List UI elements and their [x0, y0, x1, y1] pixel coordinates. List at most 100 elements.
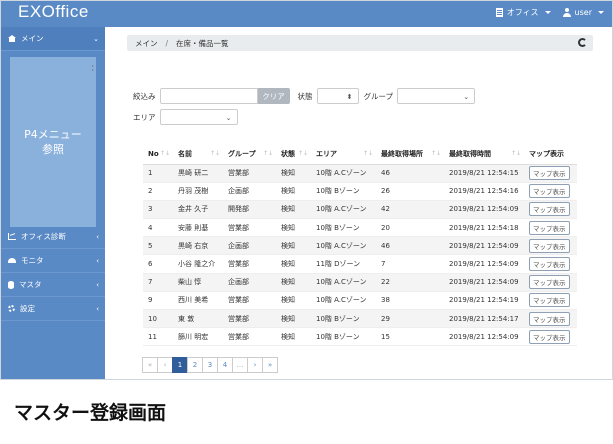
cell-last-location: 29 — [376, 309, 444, 329]
sidebar-item-monitor[interactable]: モニタ ‹ — [1, 249, 105, 273]
chevron-down-icon — [598, 11, 604, 14]
sidebar-item-main[interactable]: メイン ⌄ — [1, 27, 105, 51]
map-display-button[interactable]: マップ表示 — [529, 184, 570, 199]
column-header-last-time[interactable]: 最終取得時間 ↑↓ — [444, 145, 524, 165]
column-header-group[interactable]: グループ ↑↓ — [223, 145, 276, 165]
page-button-2[interactable]: 2 — [187, 357, 203, 373]
table-row: 9 西川 美希 営業部 検知 10階 A.Cゾーン 38 2019/8/21 12:54:1… — [143, 291, 577, 311]
map-display-button[interactable]: マップ表示 — [529, 202, 570, 217]
table-body: 1 黒崎 研二 営業部 検知 10階 A.Cゾーン 46 2019/8/21 12:54:1… — [143, 164, 577, 347]
cell-status: 検知 — [276, 182, 311, 201]
cell-map: マップ表示 — [524, 182, 577, 201]
area-select[interactable]: ⌄ — [159, 109, 238, 125]
sidebar-item-label: モニタ — [21, 256, 44, 265]
main-content: メイン / 在席・備品一覧 絞込み クリア 状態 ⬍ グループ ⌄ エリア ⌄ — [105, 27, 612, 379]
table-row: 5 黒崎 右京 企画部 検知 10階 A.Cゾーン 46 2019/8/21 12:54:0… — [143, 236, 577, 256]
cell-map: マップ表示 — [524, 291, 577, 311]
page-next-button[interactable]: › — [247, 357, 263, 373]
column-header-status[interactable]: 状態 ↑↓ — [276, 145, 311, 165]
cell-status: 検知 — [276, 236, 311, 256]
cell-status: 検知 — [276, 200, 311, 220]
cell-no: 9 — [143, 291, 173, 311]
cell-map: マップ表示 — [524, 273, 577, 292]
filter-row-1: 絞込み クリア 状態 ⬍ グループ ⌄ — [133, 87, 476, 105]
cell-name: 安藤 則基 — [173, 218, 223, 238]
cell-area: 10階 A.Cゾーン — [311, 273, 376, 292]
map-display-button[interactable]: マップ表示 — [529, 275, 570, 290]
page-button-1[interactable]: 1 — [172, 357, 188, 373]
cell-last-time: 2019/8/21 12:54:18 — [444, 218, 524, 238]
table-row: 10 東 敦営業部 検知 10階 Bゾーン 29 2019/8/21 12:54:17 マッ… — [143, 309, 577, 329]
map-display-button[interactable]: マップ表示 — [529, 238, 570, 253]
page-prev-button[interactable]: ‹ — [157, 357, 173, 373]
cell-name: 金井 久子 — [173, 200, 223, 220]
chart-icon — [8, 233, 16, 240]
filter-row-2: エリア ⌄ — [133, 108, 475, 126]
gear-icon — [8, 305, 15, 312]
cell-name: 柴山 惇 — [173, 273, 223, 292]
sidebar-item-office-diagnosis[interactable]: オフィス診断 ‹ — [1, 225, 105, 249]
breadcrumb: メイン / 在席・備品一覧 — [127, 35, 593, 51]
cell-last-location: 7 — [376, 254, 444, 274]
cell-map: マップ表示 — [524, 327, 577, 347]
page-first-button[interactable]: « — [142, 357, 158, 373]
cell-group: 営業部 — [223, 309, 276, 329]
sidebar: メイン ⌄ ·· P4メニュー 参照 オフィス診断 ‹ モニタ ‹ マスタ ‹ — [1, 27, 105, 379]
clear-button[interactable]: クリア — [257, 88, 290, 104]
sidebar-item-master[interactable]: マスタ ‹ — [1, 273, 105, 297]
status-select[interactable]: ⬍ — [316, 88, 359, 104]
sort-icon: ↑↓ — [262, 150, 273, 157]
more-icon: · · — [91, 62, 94, 75]
refresh-icon[interactable] — [578, 38, 587, 47]
cell-group: 営業部 — [223, 291, 276, 311]
cell-last-location: 42 — [376, 200, 444, 220]
cell-last-location: 22 — [376, 273, 444, 292]
map-display-button[interactable]: マップ表示 — [529, 166, 570, 181]
cell-last-time: 2019/8/21 12:54:17 — [444, 309, 524, 329]
column-header-no[interactable]: No ↑↓ — [143, 145, 173, 165]
building-icon — [495, 8, 503, 17]
column-header-last-location[interactable]: 最終取得場所 ↑↓ — [376, 145, 444, 165]
sidebar-menu: オフィス診断 ‹ モニタ ‹ マスタ ‹ 設定 ‹ — [1, 225, 105, 321]
cell-name: 西川 美希 — [173, 291, 223, 311]
cell-no: 11 — [143, 327, 173, 347]
cell-last-location: 46 — [376, 236, 444, 256]
filter-panel: 絞込み クリア 状態 ⬍ グループ ⌄ エリア ⌄ — [133, 87, 476, 129]
sort-icon: ↑↓ — [430, 150, 441, 157]
cell-name: 黒崎 研二 — [173, 164, 223, 183]
page-button-3[interactable]: 3 — [202, 357, 218, 373]
map-display-button[interactable]: マップ表示 — [529, 220, 570, 235]
cell-status: 検知 — [276, 309, 311, 329]
p4-menu-text: P4メニュー 参照 — [24, 128, 82, 156]
cell-map: マップ表示 — [524, 164, 577, 183]
user-icon — [562, 8, 571, 17]
page-button-4[interactable]: 4 — [217, 357, 233, 373]
column-header-name[interactable]: 名前 ↑↓ — [173, 145, 223, 165]
cell-area: 10階 Bゾーン — [311, 218, 376, 238]
page-last-button[interactable]: » — [262, 357, 278, 373]
cell-status: 検知 — [276, 327, 311, 347]
group-select[interactable]: ⌄ — [397, 88, 476, 104]
cell-name: 篩川 明宏 — [173, 327, 223, 347]
breadcrumb-current: 在席・備品一覧 — [176, 38, 229, 48]
cell-no: 10 — [143, 309, 173, 329]
page-ellipsis: … — [232, 357, 248, 373]
cell-no: 4 — [143, 218, 173, 238]
column-header-area[interactable]: エリア ↑↓ — [311, 145, 376, 165]
office-menu[interactable]: オフィス — [495, 7, 551, 18]
breadcrumb-separator: / — [165, 38, 169, 48]
app-title[interactable]: EXOffice — [18, 2, 89, 22]
cell-group: 開発部 — [223, 200, 276, 220]
breadcrumb-root[interactable]: メイン — [135, 38, 158, 49]
map-display-button[interactable]: マップ表示 — [529, 311, 570, 326]
user-menu[interactable]: user — [562, 8, 604, 17]
sort-icon: ↑↓ — [159, 150, 170, 157]
sidebar-item-settings[interactable]: 設定 ‹ — [1, 297, 105, 321]
p4-menu-panel: · · P4メニュー 参照 — [10, 57, 96, 227]
cell-map: マップ表示 — [524, 218, 577, 238]
map-display-button[interactable]: マップ表示 — [529, 329, 570, 344]
cell-no: 5 — [143, 236, 173, 256]
map-display-button[interactable]: マップ表示 — [529, 257, 570, 272]
narrow-input[interactable] — [159, 88, 258, 104]
map-display-button[interactable]: マップ表示 — [529, 293, 570, 308]
